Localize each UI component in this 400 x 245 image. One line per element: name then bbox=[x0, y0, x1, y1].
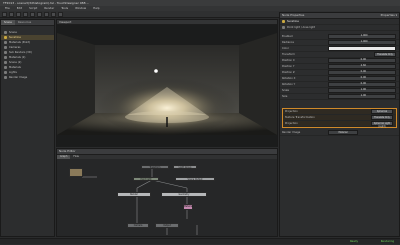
property-label: Rotation X bbox=[282, 77, 296, 80]
node-transform[interactable]: Transform bbox=[141, 165, 169, 169]
property-value: 1.000 bbox=[360, 34, 368, 37]
property-label: Scale bbox=[282, 89, 289, 92]
property-dropdown[interactable]: Translate Only bbox=[374, 52, 396, 57]
color-swatch[interactable] bbox=[328, 46, 396, 51]
properties-title: Node Properties bbox=[282, 13, 305, 17]
node-light-group[interactable]: Light Group bbox=[173, 165, 197, 169]
node-thumbnail[interactable] bbox=[69, 168, 83, 177]
node-camera[interactable]: Camera bbox=[127, 223, 149, 228]
tab-resources[interactable]: Resources bbox=[15, 20, 34, 25]
properties-menu[interactable]: Properties ▾ bbox=[381, 13, 397, 18]
node-scene-output[interactable]: Scene Output bbox=[175, 177, 215, 181]
status-ready: Ready bbox=[349, 240, 358, 243]
properties-panel: Node Properties Properties ▾ Sunshine Po… bbox=[279, 12, 400, 237]
tree-item[interactable]: Render Image bbox=[1, 75, 54, 80]
cube-icon bbox=[4, 31, 7, 34]
property-value: 1.00 bbox=[360, 94, 366, 97]
node-render[interactable]: Render bbox=[117, 192, 151, 197]
tab-scene[interactable]: Scene bbox=[1, 20, 15, 25]
light-icon bbox=[282, 26, 285, 29]
scene-tree-panel: Scene Resources Scene Sunshine Materials (… bbox=[0, 19, 55, 237]
property-dropdown[interactable]: Spherical Light (Light) bbox=[371, 121, 393, 128]
property-slider[interactable]: 0.00 bbox=[328, 58, 396, 63]
property-label: Position X bbox=[282, 59, 295, 62]
property-value: 0.00 bbox=[360, 76, 366, 79]
property-dropdown[interactable]: Spherical bbox=[371, 109, 393, 114]
status-bar: Ready Rendering bbox=[0, 238, 400, 244]
property-label: Color bbox=[282, 47, 289, 50]
property-label: Texture Transformation bbox=[285, 116, 315, 119]
image-icon bbox=[4, 76, 7, 79]
property-value: 0.00 bbox=[360, 82, 366, 85]
property-label: Size bbox=[282, 95, 288, 98]
property-label: Projection bbox=[285, 110, 298, 113]
material-icon bbox=[4, 56, 7, 59]
render-icon[interactable] bbox=[58, 11, 63, 17]
property-slider[interactable]: 0.00 bbox=[328, 76, 396, 81]
status-rendering: Rendering bbox=[380, 240, 394, 243]
property-label: Radiance bbox=[282, 41, 294, 44]
property-slider[interactable]: 2.60 bbox=[328, 64, 396, 69]
open-icon[interactable] bbox=[9, 11, 14, 17]
light-icon bbox=[4, 36, 7, 39]
property-label: Transform bbox=[282, 53, 295, 56]
property-label: Position Z bbox=[282, 71, 295, 74]
camera-icon bbox=[4, 46, 7, 49]
move-icon[interactable] bbox=[37, 11, 42, 17]
render-image-material[interactable]: Material bbox=[328, 130, 358, 135]
node-point-light[interactable]: Point light bbox=[133, 177, 159, 181]
property-value: 1.00 bbox=[360, 88, 366, 91]
render-image-row: Render Image Material bbox=[280, 130, 399, 136]
tree-item-label: Render Image bbox=[9, 76, 28, 79]
property-slider[interactable]: 1.000 bbox=[328, 34, 396, 39]
node-geometry[interactable]: Geometry bbox=[161, 192, 207, 197]
property-slider[interactable]: 0.00 bbox=[328, 82, 396, 87]
property-row: Projection Spherical Light (Light) bbox=[283, 121, 396, 128]
undo-icon[interactable] bbox=[23, 11, 28, 17]
property-dropdown[interactable]: Translate Only bbox=[371, 115, 393, 120]
highlighted-properties: Projection Spherical Texture Transformatio… bbox=[282, 108, 397, 128]
property-label: Rotation Y bbox=[282, 83, 296, 86]
property-slider[interactable]: 1.00 bbox=[328, 94, 396, 99]
render-icon bbox=[4, 51, 7, 54]
material-icon bbox=[4, 41, 7, 44]
property-slider[interactable]: 1.00 bbox=[328, 88, 396, 93]
node-output[interactable]: Output bbox=[155, 223, 179, 228]
redo-icon[interactable] bbox=[30, 11, 35, 17]
cube-icon bbox=[4, 61, 7, 64]
viewport-render[interactable] bbox=[57, 25, 277, 147]
property-value: 1.000 bbox=[360, 40, 368, 43]
property-value: 0.00 bbox=[360, 58, 366, 61]
property-value: 2.60 bbox=[360, 64, 366, 67]
node-material[interactable]: Material bbox=[183, 204, 193, 210]
property-slider[interactable]: 0.00 bbox=[328, 70, 396, 75]
new-icon[interactable] bbox=[2, 11, 7, 17]
rotate-icon[interactable] bbox=[44, 11, 49, 17]
property-label: Position Y bbox=[282, 65, 295, 68]
light-icon bbox=[282, 20, 285, 23]
material-icon bbox=[4, 66, 7, 69]
property-value: 0.00 bbox=[360, 70, 366, 73]
point-light-gizmo bbox=[154, 69, 158, 73]
property-label: Enabled bbox=[282, 35, 293, 38]
property-slider[interactable]: 1.000 bbox=[328, 40, 396, 45]
viewport-panel[interactable]: Viewport bbox=[56, 19, 278, 147]
node-editor-panel: Node Editor Graph Flow Transform Light G… bbox=[56, 148, 278, 237]
scale-icon[interactable] bbox=[51, 11, 56, 17]
light-icon bbox=[4, 71, 7, 74]
save-icon[interactable] bbox=[16, 11, 21, 17]
property-label: Projection bbox=[285, 122, 298, 125]
